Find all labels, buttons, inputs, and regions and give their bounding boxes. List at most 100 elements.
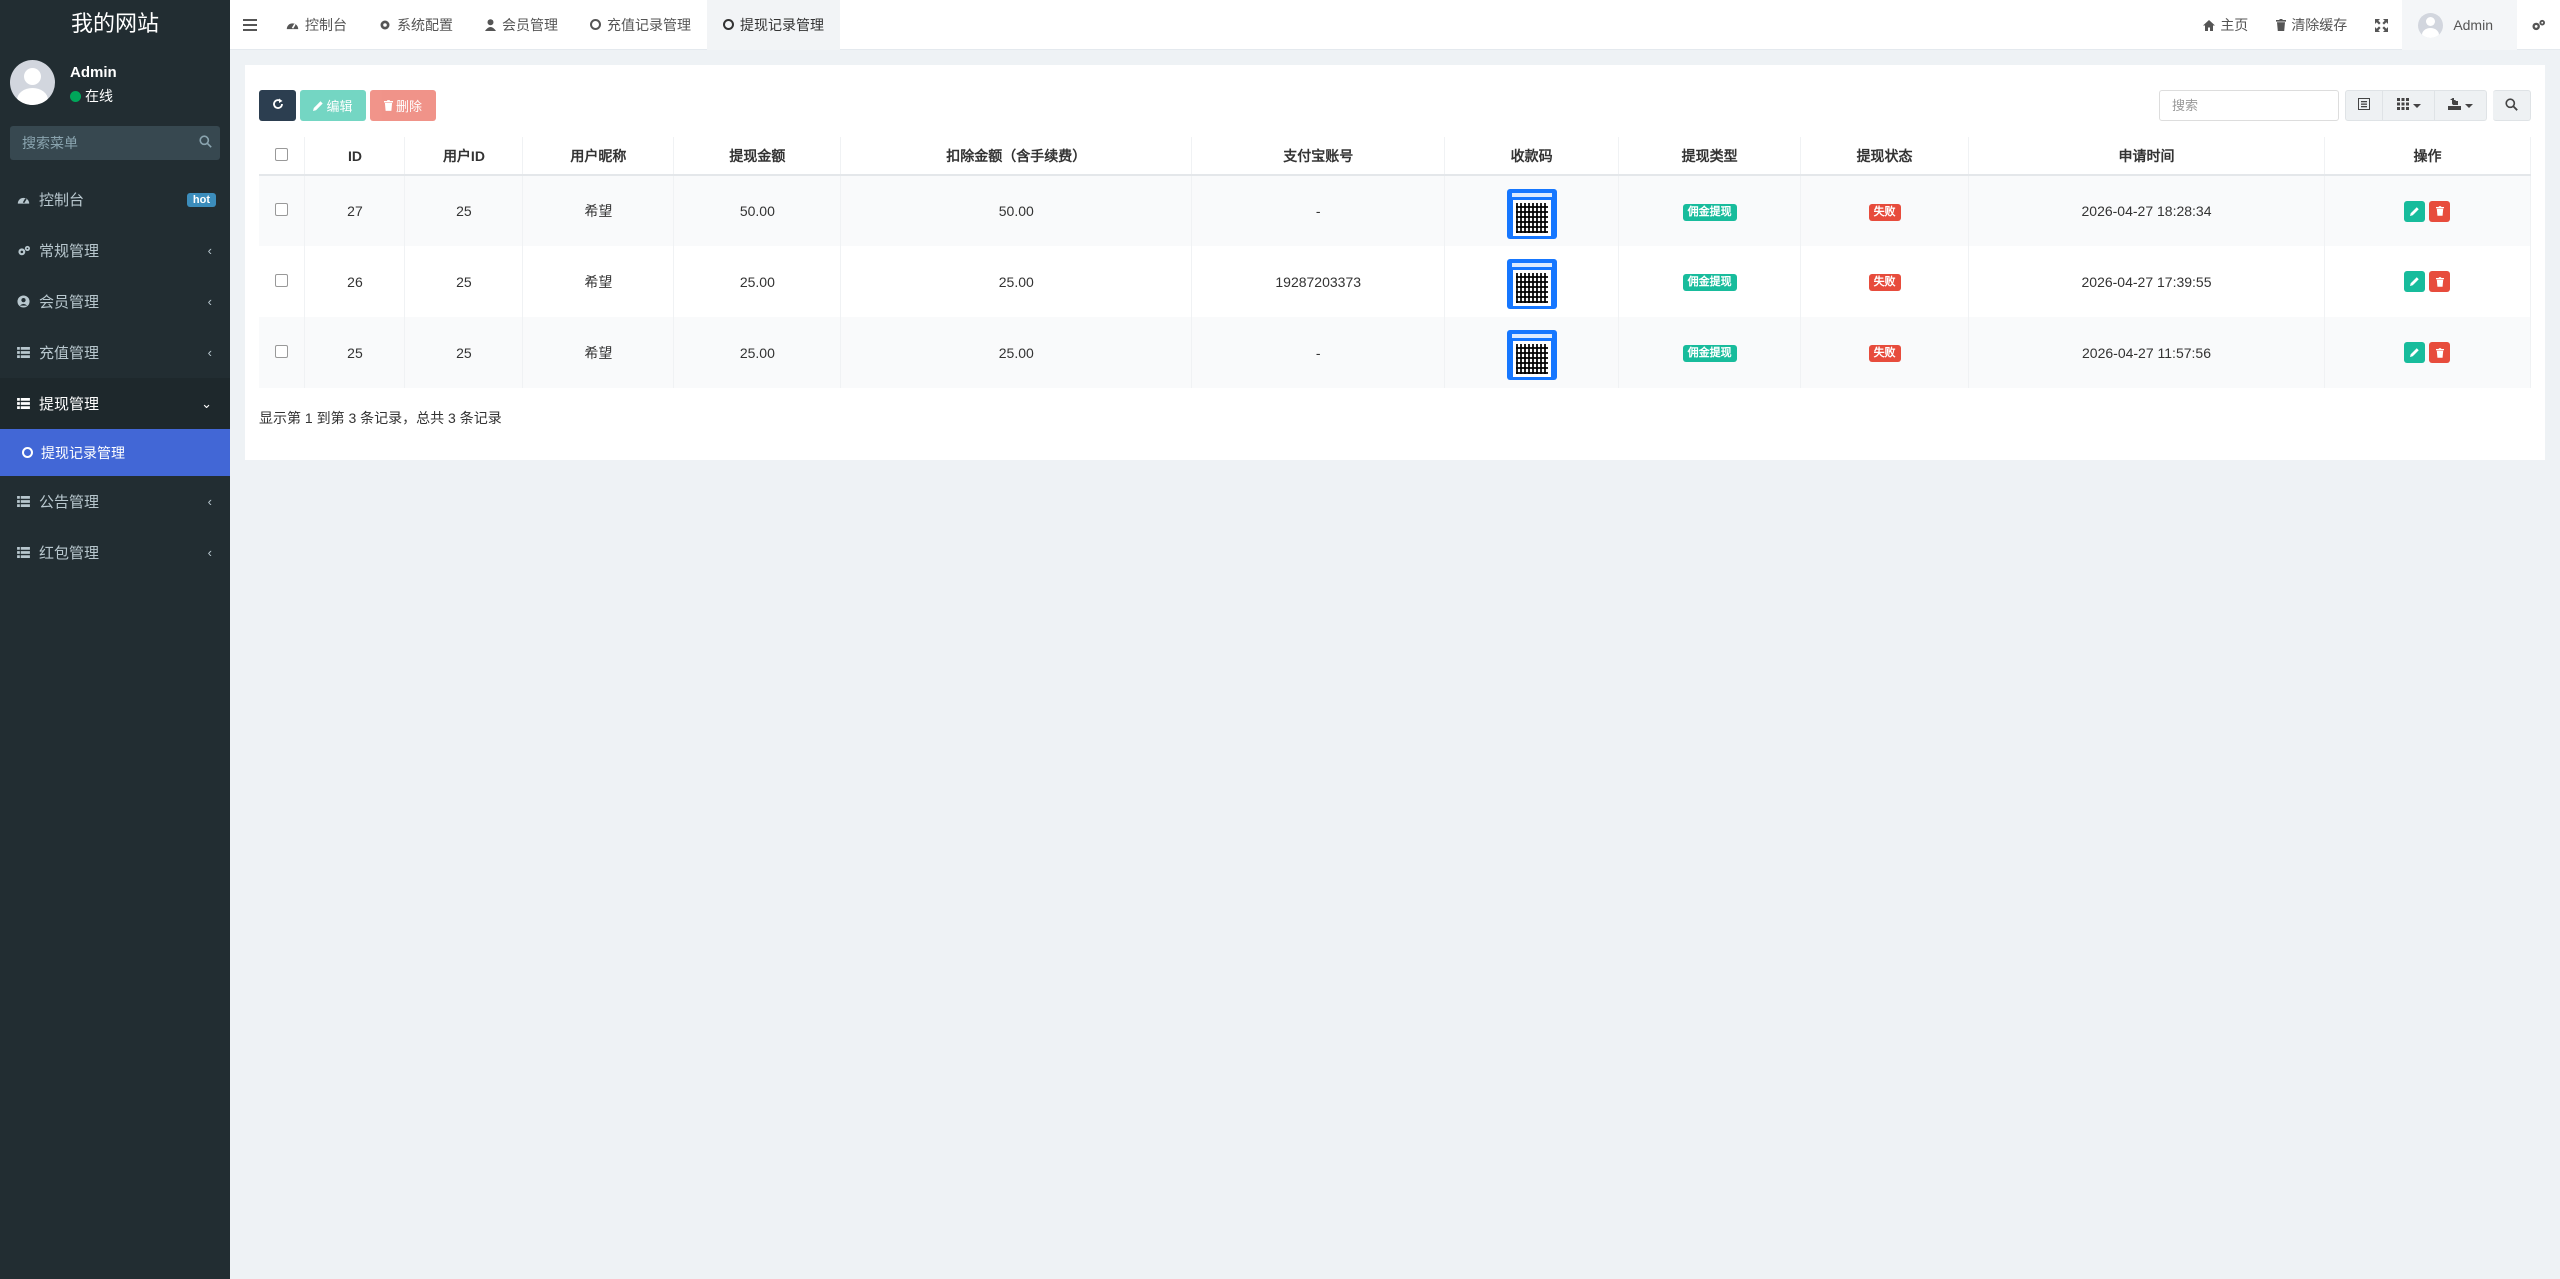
sidebar-item-withdraw[interactable]: 提现管理 ⌄: [0, 378, 230, 429]
row-checkbox[interactable]: [275, 344, 289, 358]
clear-cache-button[interactable]: 清除缓存: [2262, 0, 2361, 50]
payment-qr-code[interactable]: [1506, 259, 1557, 309]
status-badge: 失败: [1868, 203, 1901, 221]
cell-qr: [1444, 246, 1620, 317]
trash-icon: [2435, 206, 2444, 216]
menu-search-input[interactable]: 搜索菜单: [10, 126, 190, 160]
col-header[interactable]: 收款码: [1444, 137, 1620, 176]
table-right-tools: 搜索: [2159, 90, 2531, 121]
row-edit-button[interactable]: [2404, 200, 2426, 222]
chevron-left-icon: ‹: [207, 294, 212, 309]
circle-icon: [723, 19, 734, 30]
user-menu[interactable]: Admin: [2402, 0, 2517, 50]
user-icon: [485, 18, 496, 31]
cell-alipay: 19287203373: [1191, 246, 1446, 317]
table-toolbar: 编辑 删除: [259, 90, 440, 121]
col-header[interactable]: 提现类型: [1618, 137, 1802, 176]
cell-time: 2026-04-27 11:57:56: [1968, 317, 2325, 388]
col-header[interactable]: 用户昵称: [522, 137, 675, 176]
tab-members[interactable]: 会员管理: [469, 0, 574, 50]
trash-icon: [2276, 19, 2287, 31]
advanced-search-button[interactable]: [2493, 90, 2531, 121]
gear-icon: [379, 19, 391, 31]
row-delete-button[interactable]: [2429, 342, 2451, 363]
table-row[interactable]: 25 25 希望 25.00 25.00- 佣金提现 失败 2026-04-27 11:57:…: [259, 317, 2532, 388]
home-link[interactable]: 主页: [2189, 0, 2262, 50]
fullscreen-icon[interactable]: [2361, 0, 2402, 50]
sidebar-item-general[interactable]: 常规管理 ‹: [0, 225, 230, 276]
withdraw-records-table: ID 用户ID 用户昵称 提现金额 扣除金额（含手续费） 支付宝账号 收款码 提…: [259, 137, 2532, 388]
pencil-icon: [2410, 348, 2420, 357]
clear-cache-label: 清除缓存: [2291, 17, 2348, 33]
row-delete-button[interactable]: [2429, 200, 2451, 222]
col-header[interactable]: 扣除金额（含手续费）: [840, 137, 1193, 176]
type-badge: 佣金提现: [1682, 345, 1737, 362]
row-checkbox[interactable]: [275, 203, 289, 216]
menu-search[interactable]: 搜索菜单: [10, 126, 220, 160]
top-navbar: 控制台 系统配置 会员管理 充值记录管理 提现记录管理 主页 清除缓存 Admi…: [230, 0, 2560, 50]
export-dropdown-button[interactable]: [2435, 90, 2487, 121]
row-edit-button[interactable]: [2404, 342, 2426, 363]
pencil-icon: [313, 100, 324, 111]
sidebar-item-members[interactable]: 会员管理 ‹: [0, 276, 230, 327]
cell-actions: [2324, 175, 2532, 246]
payment-qr-code[interactable]: [1506, 330, 1557, 380]
col-header[interactable]: 用户ID: [404, 137, 524, 176]
cell-user-id: 25: [404, 175, 524, 246]
cell-amount: 25.00: [673, 246, 842, 317]
sidebar-item-label: 充值管理: [39, 345, 100, 362]
columns-dropdown-button[interactable]: [2383, 90, 2435, 121]
row-edit-button[interactable]: [2404, 271, 2426, 292]
table-row[interactable]: 26 25 希望 25.00 25.00 19287203373 佣金提现 失败 2026-04…: [259, 246, 2532, 317]
delete-label: 删除: [395, 99, 422, 114]
tab-system-config[interactable]: 系统配置: [363, 0, 469, 50]
col-header[interactable]: 申请时间: [1968, 137, 2325, 176]
status-badge: 失败: [1868, 345, 1901, 362]
circle-icon: [22, 447, 33, 458]
caret-down-icon: [2412, 103, 2421, 108]
top-right-nav: 主页 清除缓存 Admin: [2189, 0, 2560, 50]
settings-cogs-icon[interactable]: [2517, 0, 2560, 50]
edit-button[interactable]: 编辑: [300, 90, 366, 121]
tab-label: 会员管理: [502, 16, 558, 33]
table-row[interactable]: 27 25 希望 50.00 50.00- 佣金提现 失败 2026-04-27 18:28:…: [259, 175, 2532, 246]
type-badge: 佣金提现: [1682, 274, 1737, 291]
cogs-icon: [17, 245, 39, 257]
cell-user-id: 25: [404, 246, 524, 317]
payment-qr-code[interactable]: [1506, 188, 1557, 239]
cell-nickname: 希望: [522, 246, 675, 317]
col-header[interactable]: 支付宝账号: [1191, 137, 1446, 176]
sidebar-item-withdraw-records[interactable]: 提现记录管理: [0, 429, 230, 476]
site-logo[interactable]: 我的网站: [0, 0, 230, 50]
search-icon[interactable]: [190, 135, 220, 151]
sidebar-item-redpacket[interactable]: 红包管理 ‹: [0, 527, 230, 578]
pencil-icon: [2410, 277, 2420, 286]
tab-dashboard[interactable]: 控制台: [270, 0, 363, 50]
trash-icon: [383, 100, 393, 111]
sidebar-item-label: 提现管理: [39, 396, 100, 413]
tab-withdraw-records[interactable]: 提现记录管理: [707, 0, 840, 50]
col-header[interactable]: 提现金额: [673, 137, 842, 176]
col-header[interactable]: 提现状态: [1800, 137, 1970, 176]
row-delete-button[interactable]: [2429, 271, 2451, 292]
col-header[interactable]: 操作: [2324, 137, 2532, 176]
user-panel: Admin 在线: [0, 50, 230, 124]
menu-toggle-icon[interactable]: [230, 0, 270, 50]
online-status-icon: [70, 90, 81, 102]
select-all-checkbox[interactable]: [275, 147, 289, 161]
pagination-info: 显示第 1 到第 3 条记录，总共 3 条记录: [259, 410, 502, 426]
cell-qr: [1444, 175, 1620, 246]
tab-recharge-records[interactable]: 充值记录管理: [574, 0, 707, 50]
table-search-input[interactable]: 搜索: [2159, 90, 2339, 121]
sidebar-menu: 控制台 hot 常规管理 ‹ 会员管理 ‹ 充值管理 ‹ 提现管理 ⌄ 提现记录…: [0, 174, 230, 578]
table-header-row: ID 用户ID 用户昵称 提现金额 扣除金额（含手续费） 支付宝账号 收款码 提…: [259, 137, 2532, 176]
toggle-view-button[interactable]: [2345, 90, 2383, 121]
delete-button[interactable]: 删除: [370, 90, 436, 121]
grid-icon: [2396, 98, 2409, 113]
col-header[interactable]: ID: [304, 137, 406, 176]
sidebar-item-recharge[interactable]: 充值管理 ‹: [0, 327, 230, 378]
row-checkbox[interactable]: [275, 273, 289, 287]
refresh-button[interactable]: [259, 90, 296, 121]
sidebar-item-notice[interactable]: 公告管理 ‹: [0, 476, 230, 527]
sidebar-item-dashboard[interactable]: 控制台 hot: [0, 174, 230, 225]
